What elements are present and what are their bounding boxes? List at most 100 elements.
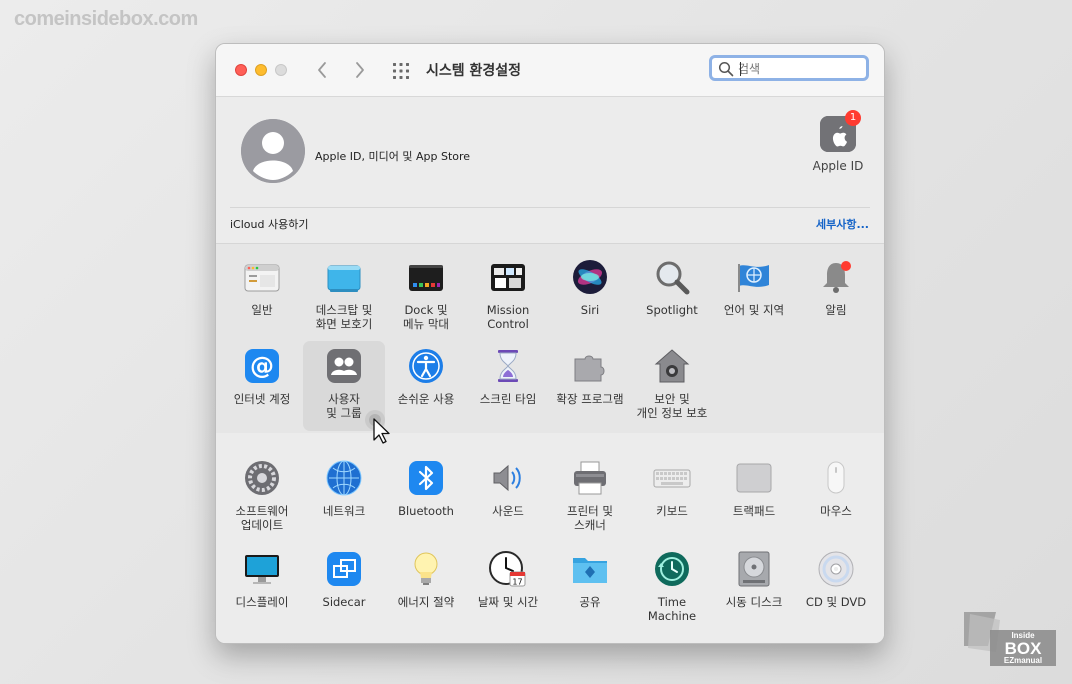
pane-mission-control[interactable]: Mission Control — [467, 252, 549, 342]
account-label[interactable]: Apple ID, 미디어 및 App Store — [315, 148, 470, 164]
pane-siri[interactable]: Siri — [549, 252, 631, 342]
pane-label: 보안 및 개인 정보 보호 — [636, 392, 708, 420]
security-privacy-icon — [654, 349, 690, 383]
pane-keyboard[interactable]: 키보드 — [631, 453, 713, 543]
mission-control-icon — [491, 264, 525, 291]
startup-disk-icon — [738, 551, 770, 587]
mouse-icon — [827, 461, 845, 494]
pane-label: 알림 — [825, 303, 847, 317]
accessibility-icon — [409, 349, 443, 383]
pane-bluetooth[interactable]: Bluetooth — [385, 453, 467, 543]
forward-button[interactable] — [349, 60, 369, 80]
pane-notifications[interactable]: 알림 — [795, 252, 877, 342]
pane-label: 데스크탑 및 화면 보호기 — [315, 303, 373, 331]
apple-id-label[interactable]: Apple ID — [808, 159, 868, 173]
time-machine-icon — [655, 552, 689, 586]
pane-label: 날짜 및 시간 — [477, 595, 539, 609]
site-watermark: comeinsidebox.com — [14, 8, 198, 30]
dock-icon — [409, 265, 443, 291]
pane-cd-dvd[interactable]: CD 및 DVD — [795, 544, 877, 634]
search-input[interactable] — [738, 60, 858, 78]
pane-display[interactable]: 디스플레이 — [221, 544, 303, 634]
pane-desktop-screensaver[interactable]: 데스크탑 및 화면 보호기 — [303, 252, 385, 342]
siri-icon — [573, 260, 607, 294]
pane-label: 트랙패드 — [732, 504, 776, 518]
cd-dvd-icon — [818, 551, 854, 587]
details-link[interactable]: 세부사항... — [816, 216, 869, 232]
pane-extensions[interactable]: 확장 프로그램 — [549, 341, 631, 431]
divider — [230, 207, 870, 208]
insidebox-logo-icon: Inside BOX EZmanual — [964, 612, 1056, 666]
bluetooth-icon — [409, 461, 443, 495]
general-icon — [244, 264, 280, 292]
pane-trackpad[interactable]: 트랙패드 — [713, 453, 795, 543]
pane-label: 마우스 — [820, 504, 852, 518]
pane-label: 키보드 — [656, 504, 688, 518]
pane-label: Siri — [580, 303, 600, 317]
pane-spotlight[interactable]: Spotlight — [631, 252, 713, 342]
pane-network[interactable]: 네트워크 — [303, 453, 385, 543]
pane-label: Mission Control — [486, 303, 530, 331]
trackpad-icon — [736, 463, 772, 493]
system-preferences-window: 시스템 환경설정 Apple ID, 미디어 및 App Store 1 App… — [215, 43, 885, 644]
pane-software-update[interactable]: 소프트웨어 업데이트 — [221, 453, 303, 543]
pane-energy-saver[interactable]: 에너지 절약 — [385, 544, 467, 634]
pane-sidecar[interactable]: Sidecar — [303, 544, 385, 634]
close-button[interactable] — [235, 64, 247, 76]
minimize-button[interactable] — [255, 64, 267, 76]
pane-internet-accounts[interactable]: @ 인터넷 계정 — [221, 341, 303, 431]
sharing-icon — [573, 558, 607, 583]
svg-text:EZmanual: EZmanual — [1004, 656, 1042, 665]
pane-label: CD 및 DVD — [805, 595, 867, 609]
display-icon — [245, 555, 279, 584]
pane-label: 사운드 — [492, 504, 524, 518]
icloud-label: iCloud 사용하기 — [230, 218, 309, 231]
back-button[interactable] — [313, 60, 333, 80]
sidecar-icon — [327, 552, 361, 586]
spotlight-icon — [656, 261, 690, 295]
printer-scanner-icon — [574, 461, 606, 495]
personal-panes-section: 일반 데스크탑 및 화면 보호기 Dock 및 메뉴 막대 Mission Co… — [216, 243, 884, 434]
language-region-icon — [738, 264, 769, 292]
pane-label: 공유 — [579, 595, 601, 609]
title-bar: 시스템 환경설정 — [216, 44, 884, 97]
software-update-icon — [245, 461, 279, 495]
pane-label: Bluetooth — [398, 504, 454, 518]
pane-label: 소프트웨어 업데이트 — [235, 504, 289, 532]
pane-label: 시동 디스크 — [725, 595, 783, 609]
pane-label: Spotlight — [646, 303, 698, 317]
network-icon — [326, 460, 362, 496]
pane-screen-time[interactable]: 스크린 타임 — [467, 341, 549, 431]
pane-label: Sidecar — [322, 595, 366, 609]
pane-label: 일반 — [251, 303, 273, 317]
pane-sound[interactable]: 사운드 — [467, 453, 549, 543]
date-time-icon: 17 — [489, 551, 526, 587]
pane-language-region[interactable]: 언어 및 지역 — [713, 252, 795, 342]
pane-dock[interactable]: Dock 및 메뉴 막대 — [385, 252, 467, 342]
extensions-icon — [574, 355, 605, 382]
notification-badge: 1 — [845, 110, 861, 126]
svg-text:@: @ — [250, 352, 274, 380]
pane-general[interactable]: 일반 — [221, 252, 303, 342]
pane-date-time[interactable]: 17 날짜 및 시간 — [467, 544, 549, 634]
mouse-pointer-icon — [365, 410, 390, 444]
hardware-panes-section: 소프트웨어 업데이트 네트워크 Bluetooth 사운드 프린터 및 스캐너 … — [216, 433, 884, 643]
sound-icon — [493, 464, 521, 492]
pane-security-privacy[interactable]: 보안 및 개인 정보 보호 — [631, 341, 713, 431]
search-field[interactable] — [709, 55, 869, 81]
screen-time-icon — [498, 350, 518, 382]
pane-mouse[interactable]: 마우스 — [795, 453, 877, 543]
pane-label: 손쉬운 사용 — [397, 392, 455, 406]
pane-label: 프린터 및 스캐너 — [567, 504, 613, 532]
pane-printer-scanner[interactable]: 프린터 및 스캐너 — [549, 453, 631, 543]
text-caret — [740, 62, 741, 76]
pane-label: 네트워크 — [322, 504, 366, 518]
pane-sharing[interactable]: 공유 — [549, 544, 631, 634]
calendar-day-text: 17 — [512, 578, 522, 587]
show-all-grid-icon[interactable] — [391, 61, 411, 81]
user-avatar-icon[interactable] — [241, 119, 305, 183]
pane-label: Dock 및 메뉴 막대 — [403, 303, 449, 331]
pane-startup-disk[interactable]: 시동 디스크 — [713, 544, 795, 634]
pane-time-machine[interactable]: Time Machine — [631, 544, 713, 634]
zoom-button[interactable] — [275, 64, 287, 76]
